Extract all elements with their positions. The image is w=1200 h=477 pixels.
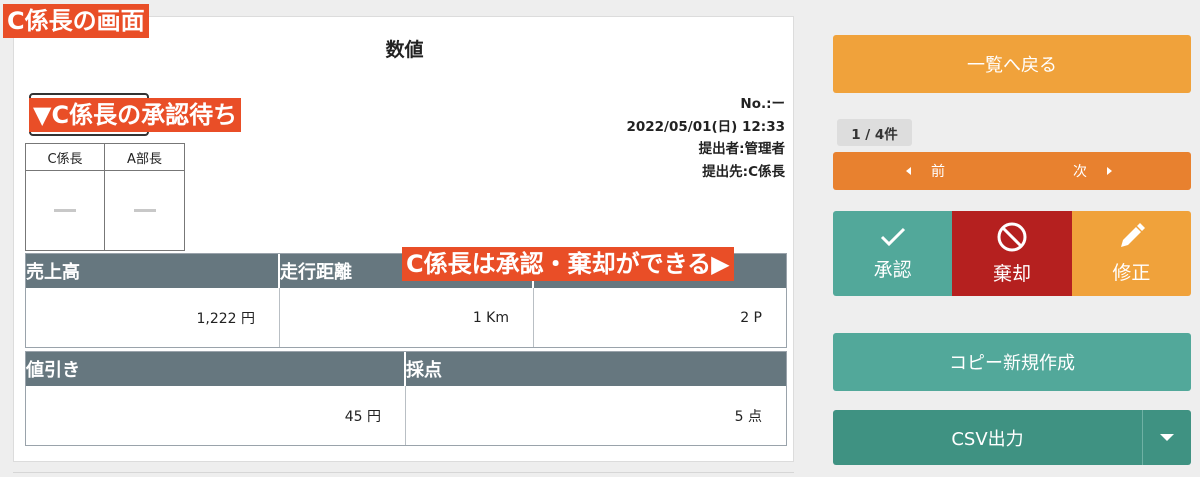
page-count-badge: 1 / 4件 xyxy=(837,119,912,146)
approve-button[interactable]: 承認 xyxy=(833,211,953,296)
screen-annotation: C係長の画面 xyxy=(3,4,149,38)
prohibited-icon xyxy=(997,222,1027,252)
field-score: 採点 5 点 xyxy=(406,352,786,445)
edit-label: 修正 xyxy=(1112,262,1151,284)
field-discount: 値引き 45 円 xyxy=(26,352,406,445)
approval-column-c: C係長 xyxy=(26,144,105,250)
copy-new-button[interactable]: コピー新規作成 xyxy=(833,333,1191,391)
reject-button[interactable]: 棄却 xyxy=(952,211,1072,296)
approval-stamp-table: C係長 A部長 xyxy=(25,143,185,251)
approval-stamp-cell xyxy=(26,171,104,250)
prev-button[interactable]: 前 xyxy=(906,152,945,190)
next-label: 次 xyxy=(1073,164,1087,180)
pending-dash xyxy=(54,209,76,212)
csv-export-button[interactable]: CSV出力 xyxy=(833,410,1142,465)
csv-export-control: CSV出力 xyxy=(833,410,1191,465)
triangle-right-icon xyxy=(1107,167,1112,175)
triangle-left-icon xyxy=(906,167,911,175)
approval-stamp-cell xyxy=(105,171,184,250)
csv-menu-button[interactable] xyxy=(1142,410,1191,465)
approval-column-a: A部長 xyxy=(105,144,184,250)
approval-role: C係長 xyxy=(26,144,104,171)
approval-role: A部長 xyxy=(105,144,184,171)
field-value: 5 点 xyxy=(734,408,762,425)
approve-annotation: C係長は承認・棄却ができる▶ xyxy=(402,247,734,281)
field-sales: 売上高 1,222 円 xyxy=(26,254,280,347)
document-submitter: 提出者:管理者 xyxy=(698,141,785,157)
caret-down-icon xyxy=(1160,434,1174,441)
pending-dash xyxy=(133,209,156,212)
document-number: No.:ー xyxy=(740,96,785,112)
edit-button[interactable]: 修正 xyxy=(1071,211,1191,296)
back-to-list-button[interactable]: 一覧へ戻る xyxy=(833,35,1191,93)
document-title: 数値 xyxy=(385,39,424,61)
action-buttons: 承認 棄却 修正 xyxy=(833,211,1191,296)
reject-label: 棄却 xyxy=(992,263,1031,285)
check-icon xyxy=(880,227,905,247)
next-button[interactable]: 次 xyxy=(1073,152,1112,190)
document-meta: No.:ー 2022/05/01(日) 12:33 提出者:管理者 提出先:C係… xyxy=(626,93,785,183)
field-label: 採点 xyxy=(406,352,786,386)
document-submit-to: 提出先:C係長 xyxy=(702,163,785,180)
field-value: 2 P xyxy=(740,309,762,326)
field-value: 1,222 円 xyxy=(26,288,280,347)
record-navigation: 前 次 xyxy=(833,152,1191,190)
document-datetime: 2022/05/01(日) 12:33 xyxy=(626,118,785,135)
field-label: 売上高 xyxy=(26,254,280,288)
field-label: 値引き xyxy=(26,352,406,386)
pencil-icon xyxy=(1121,223,1146,247)
field-value: 45 円 xyxy=(26,386,406,445)
field-value: 1 Km xyxy=(280,288,534,347)
divider xyxy=(13,472,794,473)
prev-label: 前 xyxy=(931,164,945,180)
pending-annotation: ▼C係長の承認待ち xyxy=(29,98,242,132)
approve-label: 承認 xyxy=(873,259,912,281)
document-panel: 数値 No.:ー 2022/05/01(日) 12:33 提出者:管理者 提出先… xyxy=(13,16,794,462)
field-grid-row-2: 値引き 45 円 採点 5 点 xyxy=(25,351,787,446)
